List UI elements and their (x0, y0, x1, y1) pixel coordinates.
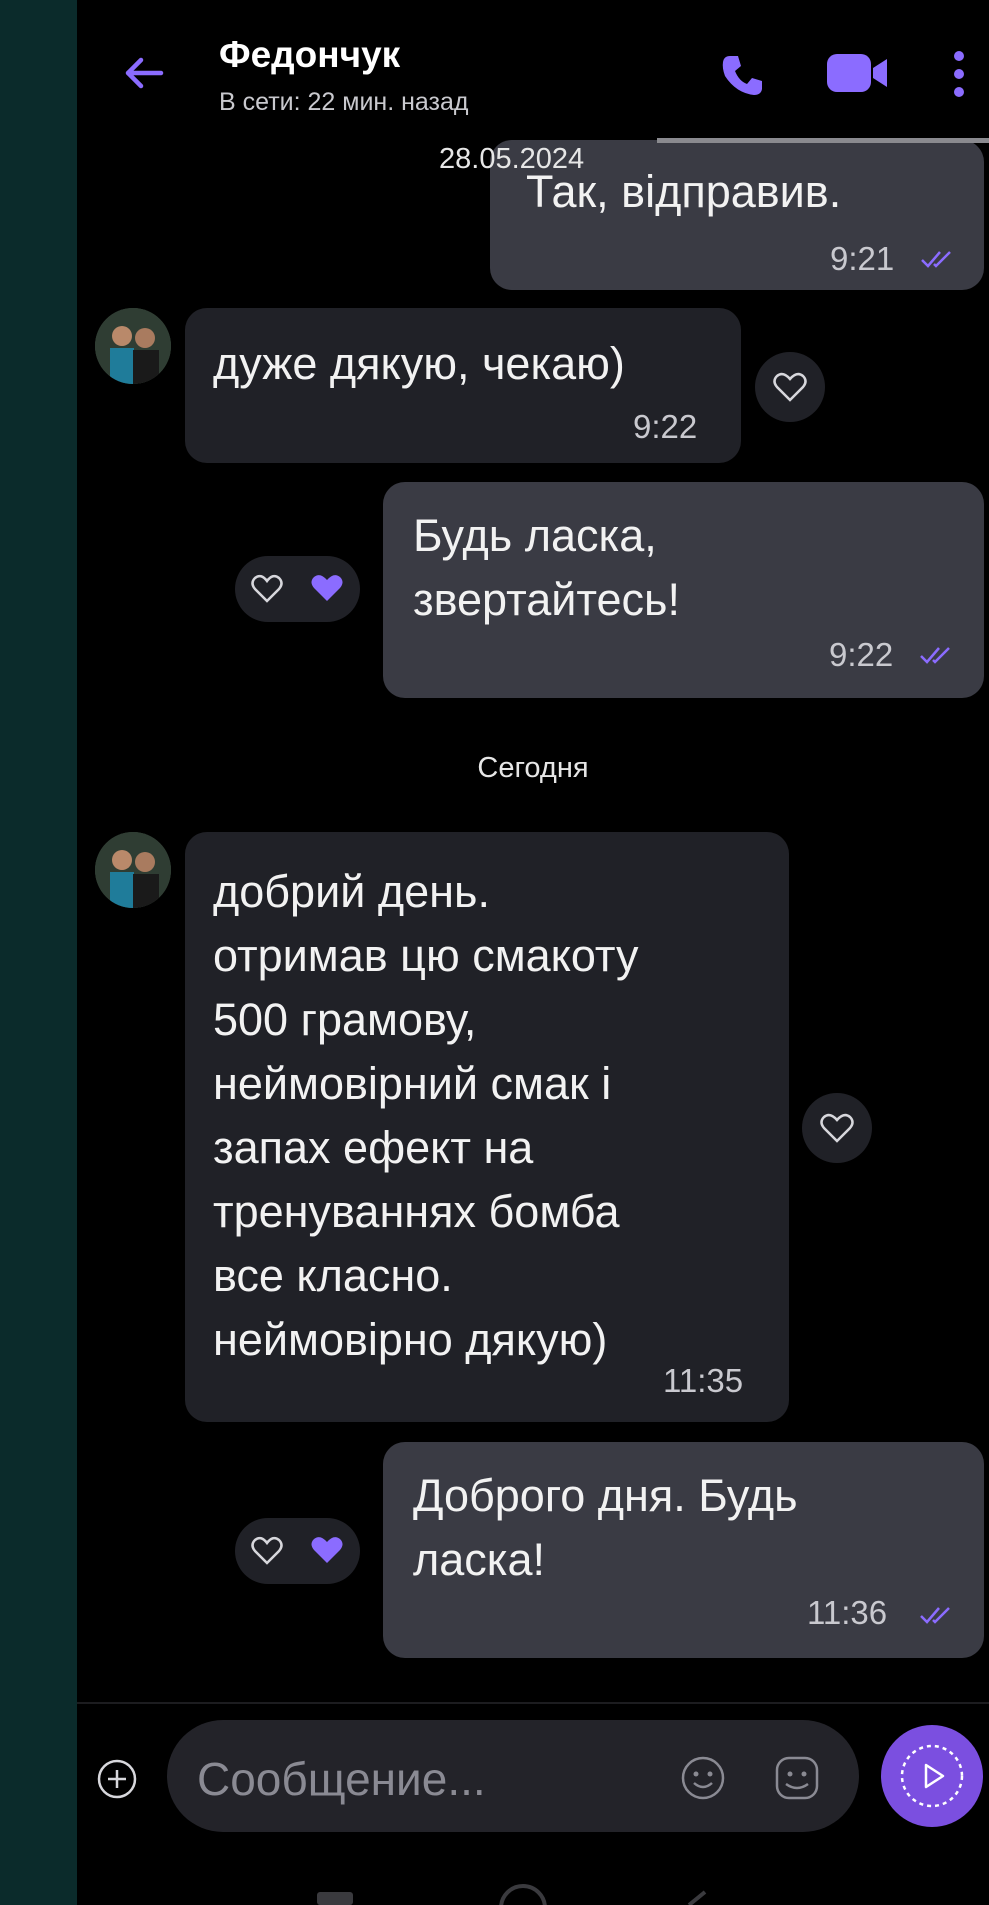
contact-status: В сети: 22 мин. назад (219, 88, 469, 116)
emoji-icon[interactable] (679, 1754, 727, 1802)
message-input[interactable]: Сообщение... (167, 1720, 859, 1832)
message-time: 11:36 (807, 1594, 888, 1631)
reaction-pill[interactable] (235, 1518, 360, 1584)
send-button[interactable] (881, 1725, 983, 1827)
heart-outline-icon (773, 372, 807, 402)
read-ticks-icon (920, 1607, 950, 1624)
contact-name[interactable]: Федончук (219, 34, 400, 76)
message-bubble-outgoing[interactable]: Будь ласка, звертайтесь! 9:22 (383, 482, 984, 698)
message-text: Будь ласка, звертайтесь! (413, 510, 680, 625)
message-bubble-outgoing[interactable]: Доброго дня. Будь ласка! 11:36 (383, 1442, 984, 1658)
reaction-pill[interactable] (235, 556, 360, 622)
avatar-photo-icon (95, 308, 171, 384)
phone-icon[interactable] (717, 50, 767, 100)
system-nav-bar (317, 1884, 707, 1905)
plus-icon[interactable] (96, 1758, 138, 1800)
message-placeholder: Сообщение... (197, 1753, 486, 1805)
more-vertical-icon[interactable] (947, 48, 971, 100)
heart-outline-icon (820, 1113, 854, 1143)
message-text: дуже дякую, чекаю) (213, 338, 625, 389)
avatar[interactable] (95, 308, 171, 384)
left-edge (0, 0, 77, 1905)
message-time: 11:35 (663, 1362, 744, 1399)
scroll-indicator (657, 138, 989, 143)
message-time: 9:22 (829, 636, 894, 673)
read-ticks-icon (920, 647, 950, 664)
message-time: 9:21 (830, 240, 895, 277)
like-button[interactable] (755, 352, 825, 422)
like-button[interactable] (802, 1093, 872, 1163)
message-time: 9:22 (633, 408, 698, 445)
day-separator: Сегодня (477, 752, 589, 784)
message-text: добрий день. отримав цю смакоту 500 грам… (213, 866, 639, 1365)
chat-header: Федончук В сети: 22 мин. назад (77, 0, 989, 136)
back-arrow-icon[interactable] (119, 48, 169, 98)
video-camera-icon[interactable] (825, 48, 891, 98)
heart-reaction-icon (251, 1536, 343, 1565)
message-bubble-incoming[interactable]: дуже дякую, чекаю) 9:22 (185, 308, 741, 463)
date-chip: 28.05.2024 (439, 143, 585, 175)
sticker-icon[interactable] (773, 1754, 821, 1802)
chat-screen: Федончук В сети: 22 мин. назад 28.05.202… (77, 0, 989, 1905)
avatar-photo-icon (95, 832, 171, 908)
message-text: Доброго дня. Будь ласка! (413, 1470, 798, 1585)
heart-reaction-icon (251, 574, 343, 603)
avatar[interactable] (95, 832, 171, 908)
send-icon (900, 1744, 964, 1808)
message-bubble-incoming[interactable]: добрий день. отримав цю смакоту 500 грам… (185, 832, 789, 1422)
composer-divider (77, 1702, 989, 1704)
read-ticks-icon (921, 251, 951, 268)
